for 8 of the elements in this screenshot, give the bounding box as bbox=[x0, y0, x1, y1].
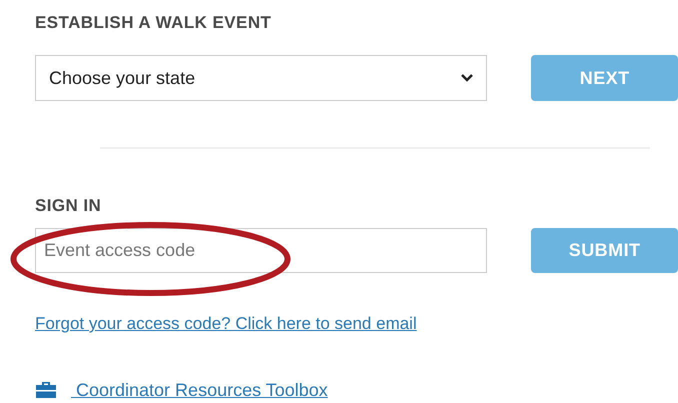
briefcase-icon bbox=[35, 381, 57, 399]
access-code-field[interactable]: Event access code bbox=[35, 228, 488, 273]
state-dropdown[interactable]: Choose your state bbox=[35, 55, 488, 101]
forgot-code-link[interactable]: Forgot your access code? Click here to send email bbox=[35, 311, 417, 336]
section-heading: ESTABLISH A WALK EVENT bbox=[35, 12, 272, 34]
toolbox-link[interactable]: Coordinator Resources Toolbox bbox=[71, 376, 328, 403]
section-heading: SIGN IN bbox=[35, 195, 102, 217]
chevron-down-icon bbox=[461, 74, 474, 82]
